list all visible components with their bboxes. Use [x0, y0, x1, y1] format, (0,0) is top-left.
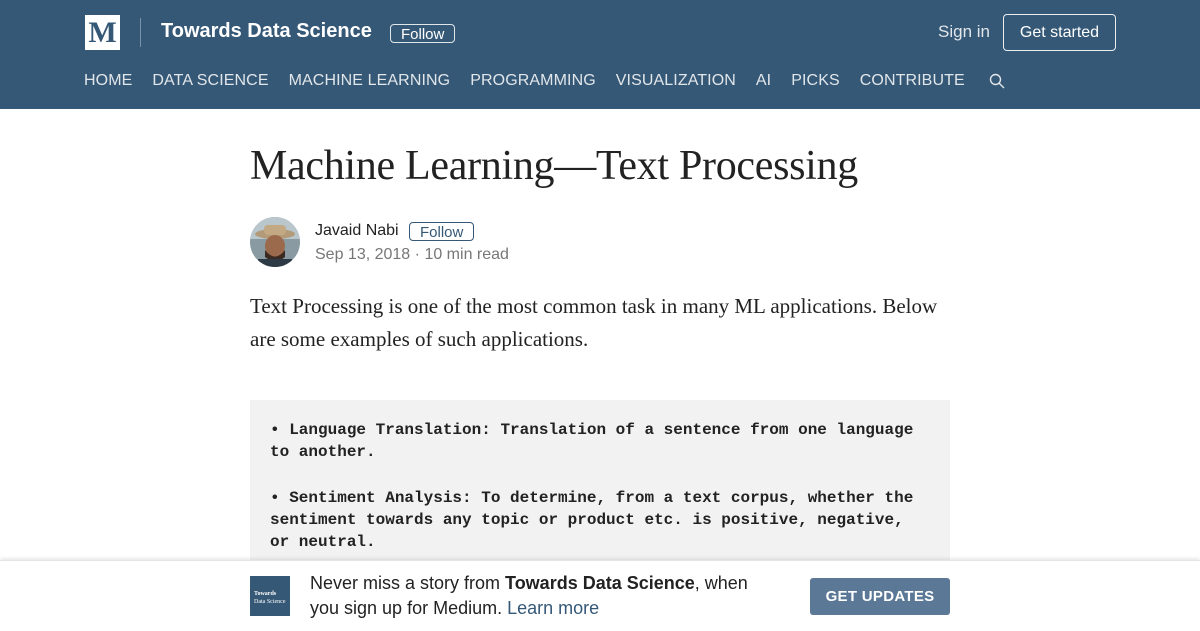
publication-nav: HOME DATA SCIENCE MACHINE LEARNING PROGR… — [84, 70, 1005, 92]
follow-publication-button[interactable]: Follow — [390, 24, 456, 43]
code-item-language-translation: • Language Translation: Translation of a… — [270, 421, 914, 461]
nav-item-visualization[interactable]: VISUALIZATION — [616, 72, 736, 90]
signup-banner: Towards Data Science Never miss a story … — [0, 560, 1200, 631]
publication-name[interactable]: Towards Data Science — [161, 20, 372, 43]
article-meta: Sep 13, 2018 · 10 min read — [315, 246, 509, 264]
sign-in-link[interactable]: Sign in — [938, 22, 990, 42]
header-divider — [140, 18, 141, 47]
article-title: Machine Learning—Text Processing — [250, 143, 858, 189]
publication-logo: Towards Data Science — [250, 576, 290, 616]
publication-logo-line2: Data Science — [254, 599, 286, 605]
site-header: M Towards Data Science Follow Sign in Ge… — [0, 0, 1200, 109]
get-updates-button[interactable]: GET UPDATES — [810, 578, 950, 615]
nav-item-programming[interactable]: PROGRAMMING — [470, 72, 596, 90]
search-icon[interactable] — [989, 73, 1005, 89]
read-time: 10 min read — [424, 246, 509, 263]
author-avatar[interactable] — [250, 217, 300, 267]
meta-separator: · — [414, 246, 420, 263]
nav-item-home[interactable]: HOME — [84, 72, 132, 90]
publication-logo-line1: Towards — [254, 591, 277, 597]
get-started-button[interactable]: Get started — [1003, 14, 1116, 51]
nav-item-picks[interactable]: PICKS — [791, 72, 840, 90]
article-intro: Text Processing is one of the most commo… — [250, 294, 938, 351]
code-item-sentiment-analysis: • Sentiment Analysis: To determine, from… — [270, 489, 914, 551]
banner-publication: Towards Data Science — [505, 573, 695, 593]
publish-date: Sep 13, 2018 — [315, 246, 411, 263]
author-photo — [250, 217, 300, 267]
medium-logo[interactable]: M — [85, 15, 120, 50]
nav-item-ai[interactable]: AI — [756, 72, 771, 90]
banner-message: Never miss a story from Towards Data Sci… — [310, 571, 780, 621]
learn-more-link[interactable]: Learn more — [507, 598, 599, 618]
banner-text-before: Never miss a story from — [310, 573, 506, 593]
nav-item-contribute[interactable]: CONTRIBUTE — [860, 72, 965, 90]
author-name[interactable]: Javaid Nabi — [315, 222, 399, 240]
nav-item-machine-learning[interactable]: MACHINE LEARNING — [289, 72, 451, 90]
follow-author-button[interactable]: Follow — [409, 222, 475, 241]
nav-item-data-science[interactable]: DATA SCIENCE — [152, 72, 268, 90]
